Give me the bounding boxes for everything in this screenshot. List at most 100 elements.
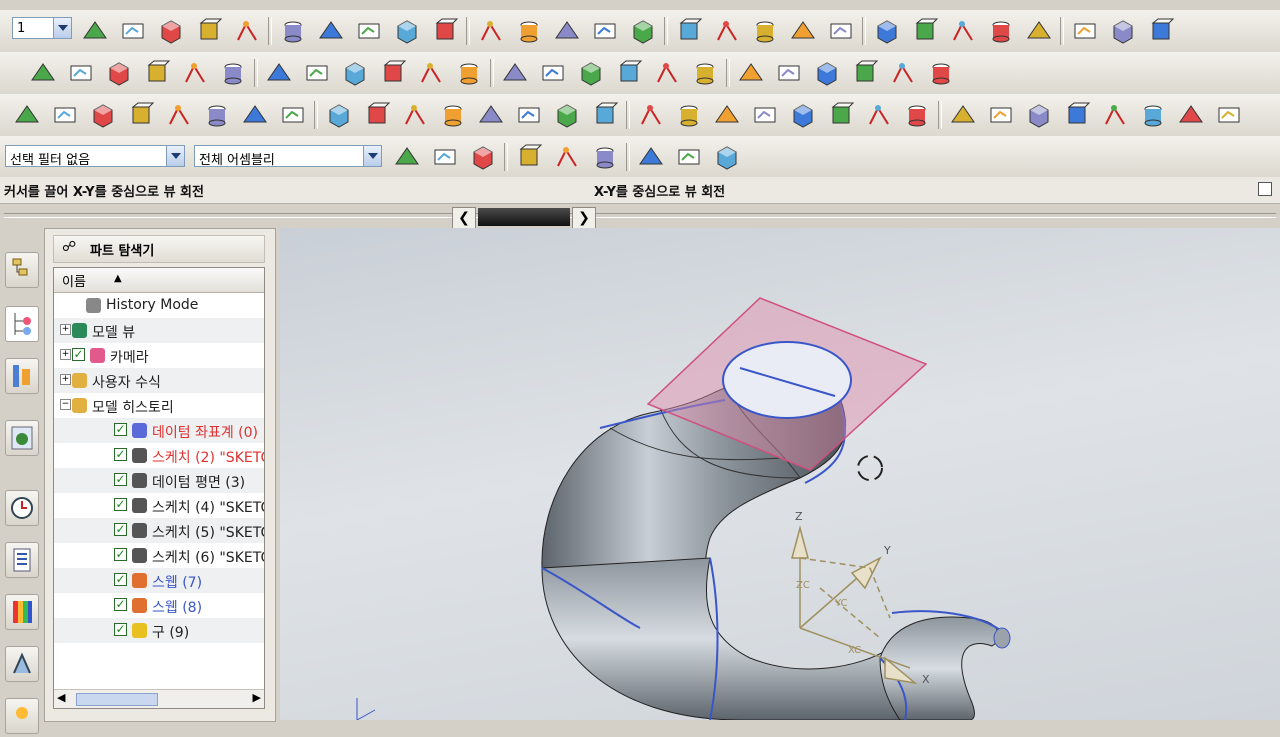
tree-node[interactable]: ✓ 데이텀 평면 (3) [54,468,264,493]
checkbox-checked-icon[interactable]: ✓ [114,623,127,636]
toolbar-tool-icon[interactable] [910,16,940,46]
toolbar-tool-icon[interactable] [826,16,856,46]
toolbar-tool-icon[interactable] [788,100,818,130]
toolbar-tool-icon[interactable] [324,100,354,130]
assembly-scope-select[interactable]: 전체 어셈블리 [194,145,382,168]
toolbar-tool-icon[interactable] [392,142,422,172]
toolbar-tool-icon[interactable] [278,100,308,130]
toolbar-tool-icon[interactable] [88,100,118,130]
toolbar-tool-icon[interactable] [788,16,818,46]
toolbar-tool-icon[interactable] [218,58,248,88]
toolbar-tool-icon[interactable] [552,100,582,130]
tree-node[interactable]: ✓ 스케치 (4) "SKETC [54,493,264,518]
process-studio-icon[interactable] [5,594,39,630]
maximize-icon[interactable] [1258,182,1272,196]
scroll-left-icon[interactable]: ◀ [57,691,65,704]
toolbar-tool-icon[interactable] [948,16,978,46]
toolbar-tool-icon[interactable] [514,100,544,130]
system-scenes-icon[interactable] [5,698,39,734]
toolbar-tool-icon[interactable] [50,100,80,130]
history-palette-icon[interactable] [5,490,39,526]
toolbar-tool-icon[interactable] [66,58,96,88]
toolbar-tool-icon[interactable] [232,16,262,46]
toolbar-tool-icon[interactable] [476,16,506,46]
toolbar-tool-icon[interactable] [1070,16,1100,46]
toolbar-tool-icon[interactable] [1100,100,1130,130]
toolbar-tool-icon[interactable] [354,16,384,46]
toolbar-tool-icon[interactable] [1138,100,1168,130]
toolbar-tool-icon[interactable] [416,58,446,88]
toolbar-tool-icon[interactable] [750,100,780,130]
toolbar-tool-icon[interactable] [652,58,682,88]
checkbox-checked-icon[interactable]: ✓ [114,598,127,611]
tree-node[interactable]: ✓ 스웹 (8) [54,593,264,618]
toolbar-tool-icon[interactable] [476,100,506,130]
toolbar-tool-icon[interactable] [712,16,742,46]
toolbar-tool-icon[interactable] [156,16,186,46]
toolbar-tool-icon[interactable] [438,100,468,130]
checkbox-checked-icon[interactable]: ✓ [114,523,127,536]
toolbar-tool-icon[interactable] [712,100,742,130]
toolbar-tool-icon[interactable] [850,58,880,88]
tree-node[interactable]: − 모델 히스토리 [54,393,264,418]
graphics-window[interactable]: Z Y X ZC YC XC [280,228,1280,720]
expand-toggle-icon[interactable]: − [60,399,71,410]
layer-select[interactable]: 1 [12,17,72,39]
column-header-name[interactable]: 이름 ▲ [54,268,264,293]
checkbox-checked-icon[interactable]: ✓ [114,423,127,436]
toolbar-tool-icon[interactable] [1062,100,1092,130]
toolbar-tool-icon[interactable] [872,16,902,46]
toolbar-tool-icon[interactable] [712,142,742,172]
checkbox-checked-icon[interactable]: ✓ [72,348,85,361]
toolbar-tool-icon[interactable] [538,58,568,88]
toolbar-tool-icon[interactable] [80,16,110,46]
checkbox-checked-icon[interactable]: ✓ [114,473,127,486]
toolbar-tool-icon[interactable] [552,16,582,46]
toolbar-tool-icon[interactable] [774,58,804,88]
toolbar-tool-icon[interactable] [1146,16,1176,46]
part-navigator-icon[interactable] [5,306,39,342]
toolbar-tool-icon[interactable] [264,58,294,88]
tree-node[interactable]: + 모델 뷰 [54,318,264,343]
toolbar-tool-icon[interactable] [590,100,620,130]
toolbar-tool-icon[interactable] [1024,100,1054,130]
toolbar-tool-icon[interactable] [362,100,392,130]
toolbar-tool-icon[interactable] [1214,100,1244,130]
toolbar-tool-icon[interactable] [812,58,842,88]
selection-filter-select[interactable]: 선택 필터 없음 [5,145,185,168]
toolbar-tool-icon[interactable] [316,16,346,46]
toolbar-tool-icon[interactable] [902,100,932,130]
roles-icon[interactable] [5,646,39,682]
toolbar-tool-icon[interactable] [590,142,620,172]
toolbar-tool-icon[interactable] [180,58,210,88]
toolbar-tool-icon[interactable] [636,100,666,130]
tree-node[interactable]: ✓ 스웹 (7) [54,568,264,593]
toolbar-tool-icon[interactable] [926,58,956,88]
toolbar-tool-icon[interactable] [340,58,370,88]
scroll-right-icon[interactable]: ▶ [253,691,261,704]
scroll-right-button[interactable]: ❯ [572,207,596,229]
checkbox-checked-icon[interactable]: ✓ [114,448,127,461]
splitter-handle[interactable] [478,208,570,226]
pin-icon[interactable]: ☍ [62,239,76,255]
toolbar-tool-icon[interactable] [590,16,620,46]
toolbar-tool-icon[interactable] [986,16,1016,46]
toolbar-tool-icon[interactable] [378,58,408,88]
toolbar-tool-icon[interactable] [104,58,134,88]
toolbar-tool-icon[interactable] [500,58,530,88]
scroll-left-button[interactable]: ❮ [452,207,476,229]
tree-node[interactable]: ✓ 스케치 (6) "SKETC [54,543,264,568]
toolbar-tool-icon[interactable] [1108,16,1138,46]
toolbar-tool-icon[interactable] [864,100,894,130]
toolbar-tool-icon[interactable] [674,100,704,130]
toolbar-tool-icon[interactable] [690,58,720,88]
toolbar-tool-icon[interactable] [164,100,194,130]
toolbar-tool-icon[interactable] [614,58,644,88]
tree-node[interactable]: + 사용자 수식 [54,368,264,393]
tree-node[interactable]: ✓ 스케치 (5) "SKETC [54,518,264,543]
toolbar-tool-icon[interactable] [826,100,856,130]
checkbox-checked-icon[interactable]: ✓ [114,498,127,511]
toolbar-tool-icon[interactable] [576,58,606,88]
system-materials-icon[interactable] [5,542,39,578]
tree-node[interactable]: + ✓ 카메라 [54,343,264,368]
